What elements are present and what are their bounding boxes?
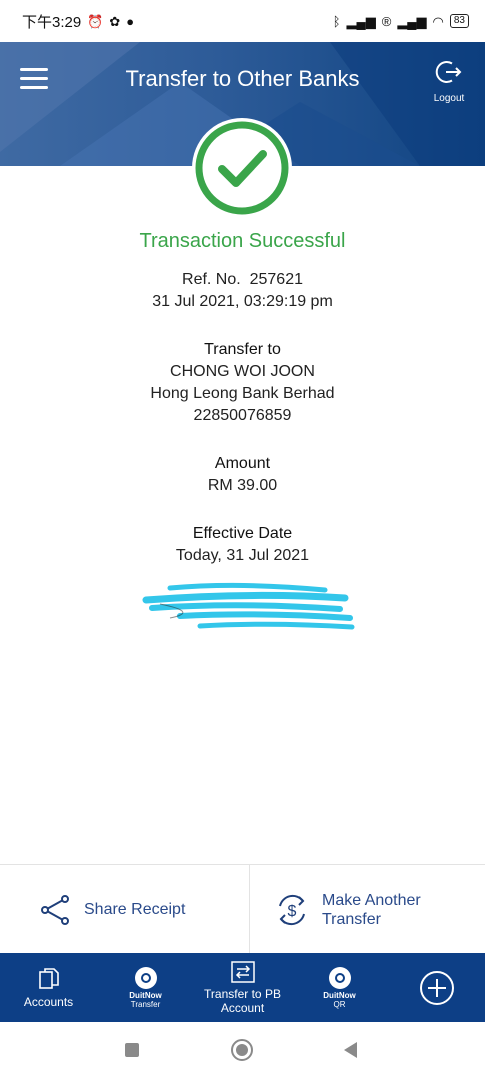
documents-icon xyxy=(38,967,59,989)
duitnow-icon xyxy=(134,966,157,989)
plus-circle-icon xyxy=(419,970,454,1005)
nav-accounts-label: Accounts xyxy=(23,994,74,1009)
square-icon[interactable] xyxy=(124,1042,140,1058)
transaction-status: Transaction Successful xyxy=(139,230,346,252)
duitnow-qr-icon xyxy=(328,966,351,989)
system-nav-bar xyxy=(0,1022,485,1080)
nav-duitnow-qr[interactable]: DuitNow QR xyxy=(291,953,388,1022)
receipt-actions: Share Receipt $ Make Another Transfer xyxy=(0,864,485,954)
status-bar: 下午3:29 ⏰ ✿ ● ᛒ ▂▄▆ ® ▂▄▆ ◠ 83 xyxy=(0,0,485,42)
duitnow-transfer-title: DuitNow xyxy=(129,990,162,1000)
transfer-pb-line1: Transfer to PB xyxy=(204,986,281,1001)
transfer-pb-line2: Account xyxy=(220,1000,265,1015)
dollar-refresh-icon: $ xyxy=(279,894,305,925)
page-title: Transfer to Other Banks xyxy=(125,66,360,91)
wifi-icon: ◠ xyxy=(432,13,444,29)
nav-transfer-pb-label: Transfer to PB Account xyxy=(204,987,281,1015)
reference-number: Ref. No. 257621 xyxy=(182,271,303,288)
nav-accounts[interactable]: Accounts xyxy=(0,953,97,1022)
circle-icon[interactable] xyxy=(230,1038,254,1062)
bluetooth-icon: ᛒ xyxy=(332,13,341,29)
nav-duitnow-transfer[interactable]: DuitNow Transfer xyxy=(97,953,194,1022)
check-icon xyxy=(195,121,289,215)
message-icon: ● xyxy=(126,13,135,29)
recipient-account: 22850076859 xyxy=(193,407,292,424)
logout-icon xyxy=(435,61,462,83)
alarm-icon: ⏰ xyxy=(87,13,104,29)
make-another-transfer-button[interactable]: $ Make Another Transfer xyxy=(249,865,485,954)
logout-label: Logout xyxy=(433,93,465,104)
signal-icon-2: ▂▄▆ xyxy=(397,13,427,29)
registered-icon: ® xyxy=(381,13,392,29)
transfer-arrows-icon xyxy=(230,960,255,983)
back-icon[interactable] xyxy=(342,1041,358,1059)
amount-label: Amount xyxy=(214,455,271,472)
duitnow-qr-sub: QR xyxy=(333,999,346,1009)
make-another-line2: Transfer xyxy=(322,910,381,928)
share-receipt-button[interactable]: Share Receipt xyxy=(0,865,249,954)
status-right: ᛒ ▂▄▆ ® ▂▄▆ ◠ 83 xyxy=(333,14,469,28)
svg-text:$: $ xyxy=(288,903,297,920)
duitnow-transfer-sub: Transfer xyxy=(130,999,161,1009)
signal-icon: ▂▄▆ xyxy=(346,13,376,29)
share-icon xyxy=(41,894,69,925)
duitnow-qr-title: DuitNow xyxy=(323,990,356,1000)
receipt-details: Transaction Successful Ref. No. 257621 3… xyxy=(0,228,485,567)
recipient-bank: Hong Leong Bank Berhad xyxy=(150,385,335,402)
status-left: 下午3:29 ⏰ ✿ ● xyxy=(22,11,134,32)
effective-date-label: Effective Date xyxy=(192,525,293,542)
notification-icon: ✿ xyxy=(109,13,121,29)
nav-more[interactable] xyxy=(388,953,485,1022)
share-receipt-label: Share Receipt xyxy=(84,901,186,918)
status-time: 下午3:29 xyxy=(22,13,82,31)
nav-transfer-pb[interactable]: Transfer to PB Account xyxy=(194,953,291,1022)
make-another-line1: Make Another xyxy=(322,891,421,909)
amount-value: RM 39.00 xyxy=(207,477,278,494)
recipient-name: CHONG WOI JOON xyxy=(170,363,315,380)
redaction-scribble xyxy=(142,582,355,630)
battery-icon: 83 xyxy=(449,14,469,28)
logout-button[interactable]: Logout xyxy=(427,58,471,104)
bottom-nav: Accounts DuitNow Transfer Transfer to PB… xyxy=(0,953,485,1022)
make-another-transfer-label: Make Another Transfer xyxy=(322,891,421,929)
transfer-to-label: Transfer to xyxy=(204,341,281,358)
transaction-datetime: 31 Jul 2021, 03:29:19 pm xyxy=(152,293,333,310)
success-badge xyxy=(192,118,292,218)
effective-date-value: Today, 31 Jul 2021 xyxy=(175,547,310,564)
